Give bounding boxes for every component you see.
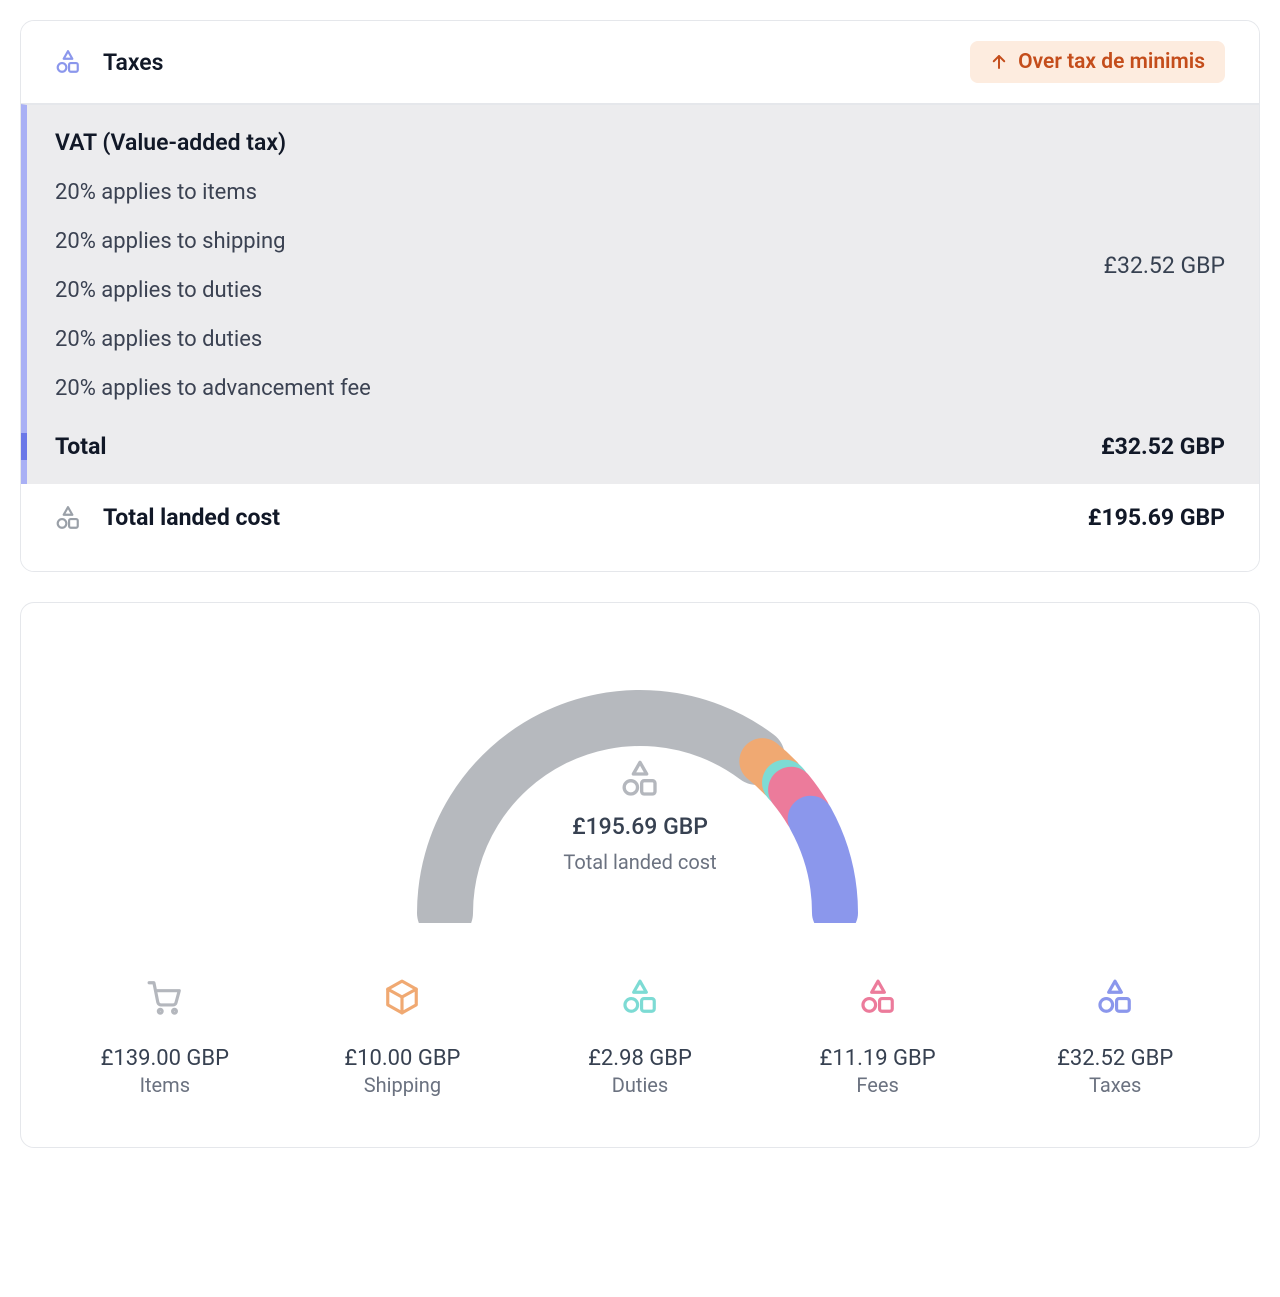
- gauge-chart: £195.69 GBP Total landed cost: [380, 663, 900, 923]
- legend-item-fees: £11.19 GBP Fees: [764, 978, 992, 1097]
- legend-item-taxes: £32.52 GBP Taxes: [1001, 978, 1229, 1097]
- legend-value: £10.00 GBP: [344, 1046, 460, 1071]
- shapes-icon: [55, 49, 81, 75]
- vat-line: 20% applies to shipping: [55, 229, 1074, 254]
- cart-icon: [146, 978, 184, 1016]
- gauge-value: £195.69 GBP: [572, 813, 708, 840]
- shapes-icon: [859, 978, 897, 1016]
- vat-line: 20% applies to items: [55, 180, 1074, 205]
- arrow-up-icon: [990, 53, 1008, 71]
- taxes-title: Taxes: [103, 49, 948, 76]
- package-icon: [383, 978, 421, 1016]
- landed-amount: £195.69 GBP: [1088, 504, 1225, 531]
- legend-label: Duties: [612, 1073, 668, 1097]
- legend-label: Shipping: [364, 1073, 441, 1097]
- legend-label: Fees: [856, 1073, 898, 1097]
- taxes-total-amount: £32.52 GBP: [1101, 433, 1225, 460]
- badge-text: Over tax de minimis: [1018, 50, 1205, 74]
- vat-line: 20% applies to duties: [55, 278, 1074, 303]
- vat-line: 20% applies to duties: [55, 327, 1074, 352]
- legend-label: Taxes: [1089, 1073, 1141, 1097]
- shapes-icon: [620, 759, 660, 799]
- legend: £139.00 GBP Items £10.00 GBP Shipping: [51, 978, 1229, 1097]
- legend-value: £139.00 GBP: [101, 1046, 229, 1071]
- landed-label: Total landed cost: [103, 504, 1066, 531]
- total-landed-row: Total landed cost £195.69 GBP: [21, 484, 1259, 571]
- vat-subtotal: £32.52 GBP: [1104, 252, 1225, 279]
- vat-line: 20% applies to advancement fee: [55, 376, 1074, 401]
- legend-label: Items: [140, 1073, 190, 1097]
- legend-value: £2.98 GBP: [588, 1046, 692, 1071]
- legend-item-duties: £2.98 GBP Duties: [526, 978, 754, 1097]
- taxes-header: Taxes Over tax de minimis: [21, 21, 1259, 104]
- shapes-icon: [55, 505, 81, 531]
- legend-item-items: £139.00 GBP Items: [51, 978, 279, 1097]
- gauge-center: £195.69 GBP Total landed cost: [380, 759, 900, 874]
- gauge-label: Total landed cost: [563, 850, 716, 874]
- chart-card: £195.69 GBP Total landed cost £139.00 GB…: [20, 602, 1260, 1148]
- over-de-minimis-badge: Over tax de minimis: [970, 41, 1225, 83]
- legend-value: £32.52 GBP: [1057, 1046, 1173, 1071]
- taxes-total-label: Total: [55, 433, 106, 460]
- legend-value: £11.19 GBP: [820, 1046, 936, 1071]
- shapes-icon: [621, 978, 659, 1016]
- vat-breakdown: VAT (Value-added tax) 20% applies to ite…: [21, 104, 1259, 484]
- vat-title: VAT (Value-added tax): [55, 129, 1074, 156]
- taxes-card: Taxes Over tax de minimis VAT (Value-add…: [20, 20, 1260, 572]
- legend-item-shipping: £10.00 GBP Shipping: [289, 978, 517, 1097]
- taxes-total-row: Total £32.52 GBP: [21, 433, 1225, 460]
- shapes-icon: [1096, 978, 1134, 1016]
